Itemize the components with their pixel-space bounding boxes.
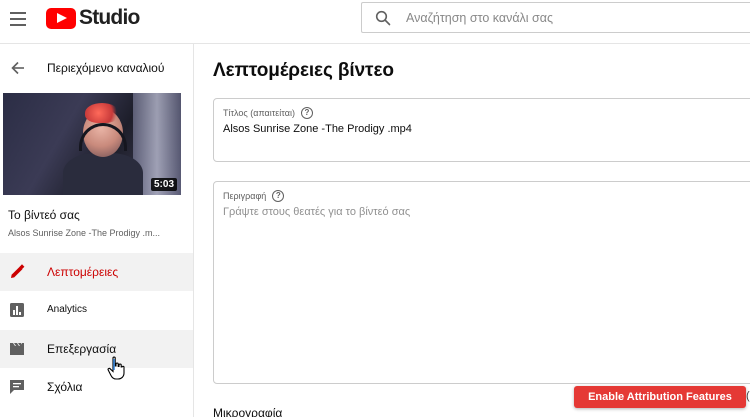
logo-text: Studio <box>79 6 140 29</box>
hamburger-menu-icon[interactable] <box>10 12 26 26</box>
search-icon[interactable] <box>375 10 391 26</box>
attribution-trailing-text: ( <box>746 390 750 402</box>
sidebar-item-details[interactable]: Λεπτομέρειες <box>0 253 193 291</box>
sidebar-item-label: Επεξεργασία <box>47 342 117 356</box>
channel-search-box[interactable] <box>361 2 750 33</box>
analytics-icon <box>10 303 24 317</box>
sidebar-item-label: Analytics <box>47 304 88 315</box>
pencil-icon <box>11 264 25 278</box>
sidebar: Περιεχόμενο καναλιού 5:03 Το βίντεό σας … <box>0 44 194 417</box>
arrow-back-icon[interactable] <box>11 61 25 75</box>
video-filename: Alsos Sunrise Zone -The Prodigy .m... <box>8 228 161 238</box>
sidebar-item-label: Λεπτομέρειες <box>47 265 119 279</box>
title-field-label: Τίτλος (απαιτείται) ? <box>223 107 313 119</box>
description-field[interactable]: Περιγραφή ? Γράψτε στους θεατές για το β… <box>213 181 750 384</box>
top-bar: Studio <box>0 0 750 44</box>
youtube-logo-icon <box>46 7 76 29</box>
title-field[interactable]: Τίτλος (απαιτείται) ? Alsos Sunrise Zone… <box>213 98 750 162</box>
hand-pointer-cursor-icon <box>107 356 125 380</box>
your-video-label: Το βίντεό σας <box>8 208 80 222</box>
back-to-channel-content[interactable]: Περιεχόμενο καναλιού <box>0 44 193 92</box>
video-duration-badge: 5:03 <box>150 178 177 191</box>
main-content: Λεπτομέρειες βίντεο Τίτλος (απαιτείται) … <box>194 44 750 417</box>
clapperboard-icon <box>10 343 24 355</box>
search-input[interactable] <box>406 8 736 28</box>
help-icon[interactable]: ? <box>300 107 313 119</box>
description-field-label: Περιγραφή ? <box>223 190 285 202</box>
comment-icon <box>10 380 24 394</box>
description-placeholder[interactable]: Γράψτε στους θεατές για το βίντεό σας <box>223 206 410 218</box>
enable-attribution-features-button[interactable]: Enable Attribution Features <box>574 386 746 408</box>
description-label-text: Περιγραφή <box>223 191 267 201</box>
title-input-value[interactable]: Alsos Sunrise Zone -The Prodigy .mp4 <box>223 123 412 135</box>
youtube-studio-logo[interactable]: Studio <box>46 6 140 29</box>
sidebar-item-label: Σχόλια <box>47 380 83 394</box>
sidebar-item-editor[interactable]: Επεξεργασία <box>0 330 193 368</box>
help-icon[interactable]: ? <box>272 190 285 202</box>
sidebar-item-analytics[interactable]: Analytics <box>0 291 193 329</box>
thumbnail-section-heading: Μικρογραφία <box>213 406 283 417</box>
page-title: Λεπτομέρειες βίντεο <box>213 60 394 81</box>
sidebar-item-comments[interactable]: Σχόλια <box>0 368 193 406</box>
back-label: Περιεχόμενο καναλιού <box>47 61 165 75</box>
title-label-text: Τίτλος (απαιτείται) <box>223 108 295 118</box>
video-thumbnail[interactable]: 5:03 <box>3 93 181 195</box>
